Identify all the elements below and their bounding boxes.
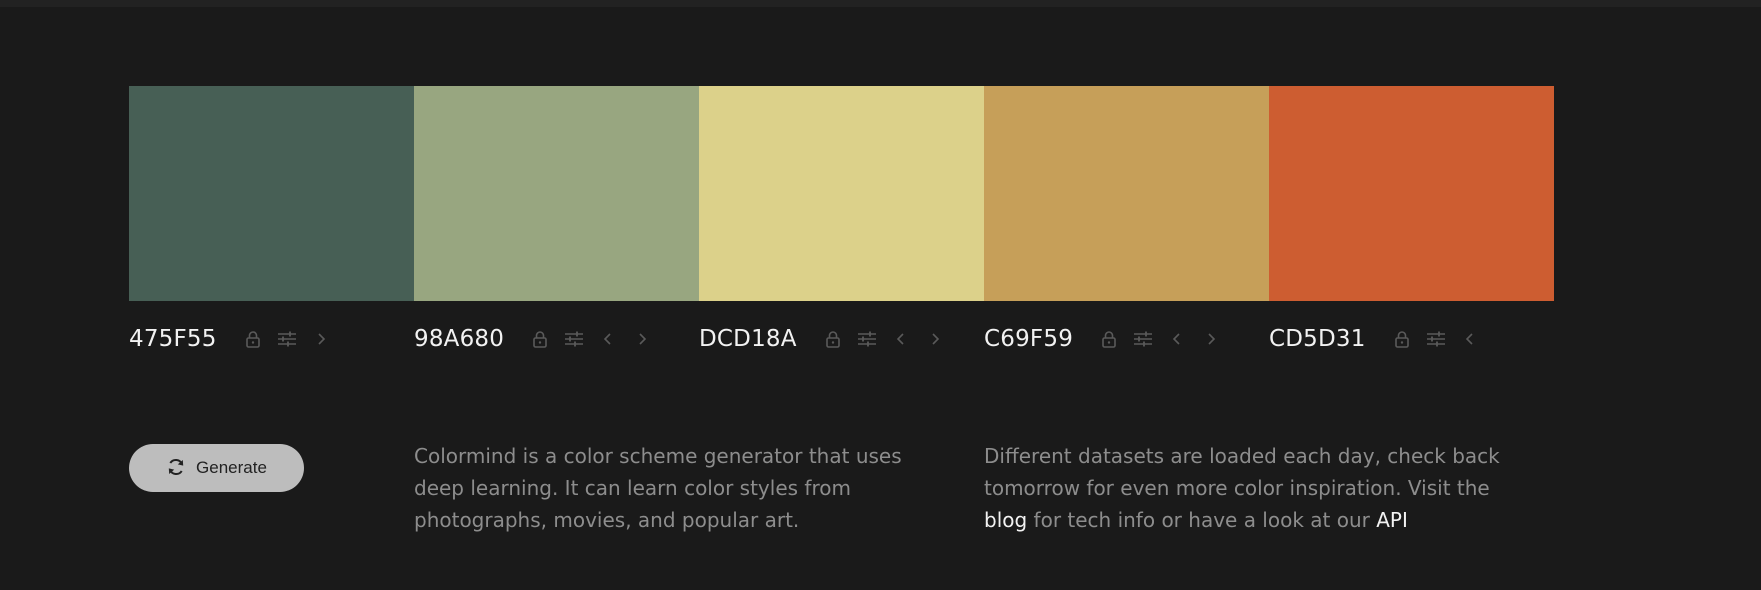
- color-swatch-4[interactable]: [984, 86, 1269, 301]
- hex-value[interactable]: DCD18A: [699, 326, 797, 352]
- hex-value[interactable]: 98A680: [414, 326, 504, 352]
- generate-button[interactable]: Generate: [129, 444, 304, 492]
- datasets-text-part-1: Different datasets are loaded each day, …: [984, 444, 1500, 500]
- color-controls-5: CD5D31: [1269, 322, 1554, 356]
- chevron-left-icon[interactable]: [887, 325, 915, 353]
- color-controls-1: 475F55: [129, 322, 414, 356]
- blog-link[interactable]: blog: [984, 508, 1027, 532]
- hex-value[interactable]: 475F55: [129, 326, 217, 352]
- sliders-icon[interactable]: [560, 325, 588, 353]
- intro-text: Colormind is a color scheme generator th…: [414, 444, 902, 532]
- color-controls-3: DCD18A: [699, 322, 984, 356]
- sliders-icon[interactable]: [273, 325, 301, 353]
- hex-value[interactable]: C69F59: [984, 326, 1073, 352]
- color-controls-2: 98A680: [414, 322, 699, 356]
- lock-icon[interactable]: [819, 325, 847, 353]
- color-swatch-1[interactable]: [129, 86, 414, 301]
- api-link[interactable]: API: [1376, 508, 1408, 532]
- refresh-icon: [166, 457, 186, 480]
- sliders-icon[interactable]: [1422, 325, 1450, 353]
- datasets-text: Different datasets are loaded each day, …: [984, 440, 1504, 536]
- chevron-right-icon[interactable]: [628, 325, 656, 353]
- color-controls-4: C69F59: [984, 322, 1269, 356]
- chevron-right-icon[interactable]: [1197, 325, 1225, 353]
- lock-icon[interactable]: [1388, 325, 1416, 353]
- lock-icon[interactable]: [526, 325, 554, 353]
- chevron-left-icon[interactable]: [594, 325, 622, 353]
- color-swatch-5[interactable]: [1269, 86, 1554, 301]
- palette-controls: 475F55 98A680 DCD18A C69F59 CD5D31: [129, 322, 1554, 356]
- sliders-icon[interactable]: [853, 325, 881, 353]
- chevron-right-icon[interactable]: [921, 325, 949, 353]
- hex-value[interactable]: CD5D31: [1269, 326, 1366, 352]
- chevron-left-icon[interactable]: [1163, 325, 1191, 353]
- top-bar: [0, 0, 1761, 7]
- color-palette: [129, 86, 1554, 301]
- color-swatch-2[interactable]: [414, 86, 699, 301]
- lock-icon[interactable]: [239, 325, 267, 353]
- chevron-right-icon[interactable]: [307, 325, 335, 353]
- datasets-text-part-2: for tech info or have a look at our: [1027, 508, 1377, 532]
- lock-icon[interactable]: [1095, 325, 1123, 353]
- color-swatch-3[interactable]: [699, 86, 984, 301]
- generate-button-label: Generate: [196, 458, 267, 477]
- sliders-icon[interactable]: [1129, 325, 1157, 353]
- chevron-left-icon[interactable]: [1456, 325, 1484, 353]
